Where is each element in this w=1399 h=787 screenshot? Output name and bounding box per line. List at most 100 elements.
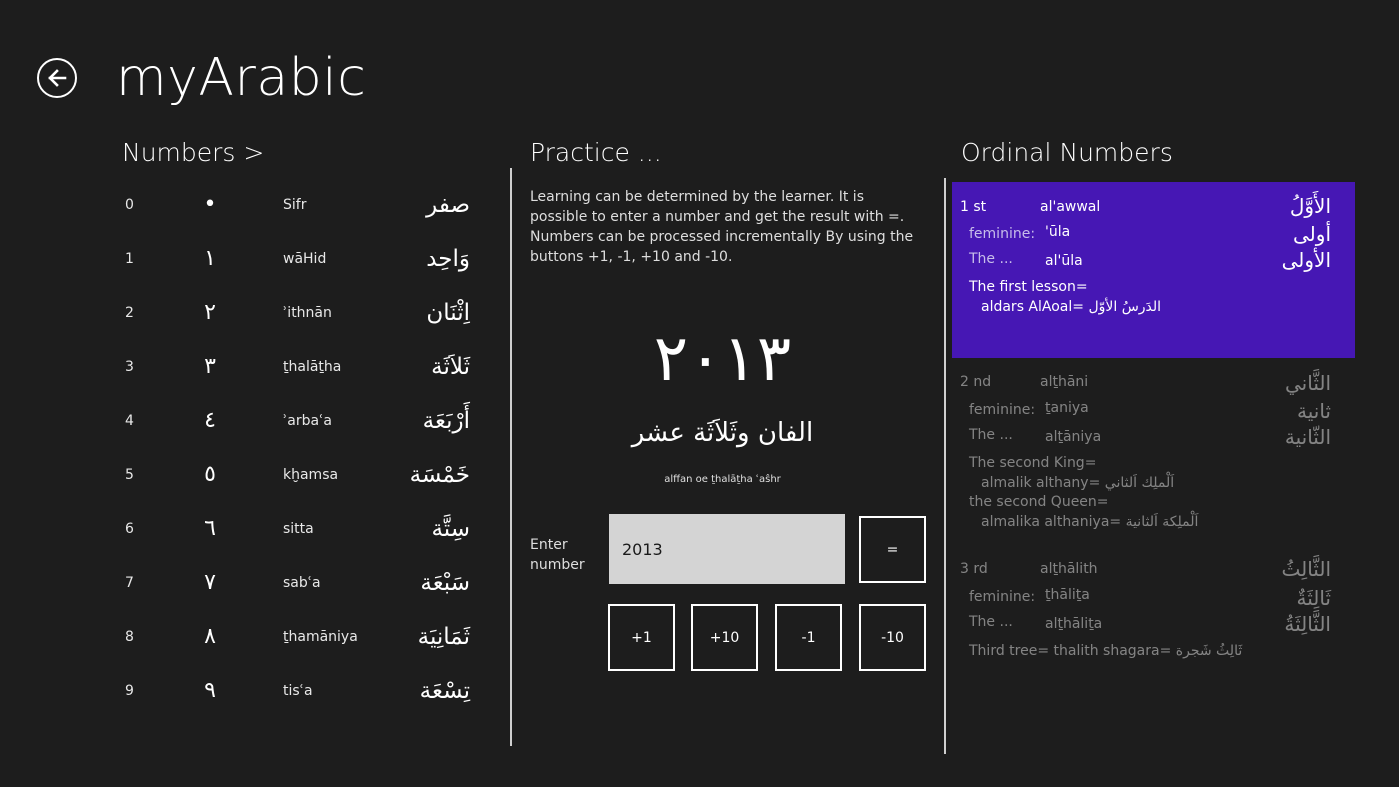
transliteration: wāHid — [283, 251, 327, 267]
transliteration: ʾarbaʿa — [283, 413, 332, 429]
result-arabic-number: ٢٠١٣ — [653, 322, 792, 396]
arabic-digit: ٦ — [204, 516, 216, 541]
arabic-word: ثَلاَثَة — [431, 354, 470, 380]
the-label: The ... — [969, 251, 1013, 267]
result-transliteration: alffan oe ṯhalāṯha ʿaŝhr — [664, 474, 781, 485]
arabic-digit: ١ — [204, 246, 216, 271]
example-line: aldars AlAoal= الدَرسُ الأوّل — [981, 299, 1162, 315]
definite-translit: alṯāniya — [1045, 429, 1102, 445]
column-divider — [944, 178, 946, 754]
ordinal-item-second[interactable]: 2 nd alṯhāni الثَّاني feminine: ṯaniya ث… — [952, 364, 1355, 544]
column-divider — [510, 168, 512, 746]
arabic-digit: ٣ — [204, 354, 216, 379]
arabic-word: اِثْنَان — [426, 300, 470, 326]
digit: 4 — [125, 413, 134, 429]
transliteration: kḫamsa — [283, 467, 339, 483]
digit: 5 — [125, 467, 134, 483]
ordinal-item-first[interactable]: 1 st al'awwal الأَوَّلُ feminine: 'ūla أ… — [952, 182, 1355, 358]
definite-arabic: الثَّالِثَةُ — [1284, 612, 1331, 636]
arabic-digit: ٢ — [204, 300, 216, 325]
ordinal-arabic: الثَّاني — [1284, 371, 1331, 395]
example-line: almalika althaniya= اَلْملِكة اَلثانية — [981, 514, 1199, 530]
numbers-list: 0 • Sifr صفر 1 ١ wāHid وَاحِد 2 ٢ ʾithnā… — [120, 180, 480, 720]
digit: 0 — [125, 197, 134, 213]
result-arabic-words: الفان وثَلاَثَة عشر — [631, 418, 814, 448]
list-item[interactable]: 6 ٦ sitta سِتَّة — [120, 504, 480, 558]
feminine-label: feminine: — [969, 589, 1036, 605]
transliteration: tisʿa — [283, 683, 313, 699]
transliteration: sabʿa — [283, 575, 321, 591]
feminine-arabic: ثَالِثَةٌ — [1296, 586, 1331, 610]
transliteration: sitta — [283, 521, 314, 537]
plus-ten-button[interactable]: +10 — [691, 604, 758, 671]
feminine-translit: ṯaniya — [1045, 400, 1089, 416]
arabic-word: ثَمَانِيَة — [417, 624, 470, 650]
list-item[interactable]: 2 ٢ ʾithnān اِثْنَان — [120, 288, 480, 342]
ordinal-number: 1 st — [960, 199, 987, 215]
back-button[interactable] — [37, 58, 77, 98]
arabic-digit: ٨ — [204, 624, 216, 649]
definite-arabic: الأولى — [1281, 248, 1331, 272]
arabic-word: خَمْسَة — [409, 462, 470, 488]
definite-translit: alṯhāliṯa — [1045, 616, 1103, 632]
feminine-arabic: أولى — [1293, 222, 1331, 246]
arabic-word: تِسْعَة — [419, 678, 470, 704]
ordinal-translit: alṯhāni — [1040, 374, 1089, 390]
example-line: Third tree= thalith shagara= ثَالِثُ شَج… — [969, 643, 1243, 659]
ordinal-item-third[interactable]: 3 rd alṯhālith الثَّالِثُ feminine: ṯhāl… — [952, 551, 1355, 671]
example-line: the second Queen= — [969, 494, 1109, 510]
ordinal-translit: al'awwal — [1040, 199, 1101, 215]
transliteration: ʾithnān — [283, 305, 332, 321]
arabic-digit: ٧ — [204, 570, 216, 595]
practice-section-header: Practice ... — [530, 138, 662, 167]
example-line: almalik althany= اَلْملِك اَلثاني — [981, 475, 1175, 491]
digit: 2 — [125, 305, 134, 321]
definite-arabic: الثّانية — [1284, 425, 1331, 449]
number-input[interactable] — [609, 514, 845, 584]
transliteration: ṯhalāṯha — [283, 359, 342, 375]
list-item[interactable]: 1 ١ wāHid وَاحِد — [120, 234, 480, 288]
feminine-label: feminine: — [969, 402, 1036, 418]
example-line: The second King= — [969, 455, 1097, 471]
list-item[interactable]: 0 • Sifr صفر — [120, 180, 480, 234]
feminine-translit: ṯhāliṯa — [1045, 587, 1090, 603]
numbers-section-header[interactable]: Numbers > — [122, 138, 264, 167]
arabic-word: سِتَّة — [431, 516, 470, 542]
digit: 7 — [125, 575, 134, 591]
example-line: The first lesson= — [969, 279, 1088, 295]
arabic-word: أَرْبَعَة — [422, 408, 470, 434]
ordinals-section-header: Ordinal Numbers — [961, 138, 1173, 167]
arabic-digit: ٤ — [204, 408, 216, 433]
plus-one-button[interactable]: +1 — [608, 604, 675, 671]
the-label: The ... — [969, 614, 1013, 630]
minus-one-button[interactable]: -1 — [775, 604, 842, 671]
feminine-translit: 'ūla — [1045, 224, 1071, 240]
ordinal-arabic: الثَّالِثُ — [1281, 557, 1331, 581]
list-item[interactable]: 9 ٩ tisʿa تِسْعَة — [120, 666, 480, 720]
equals-button[interactable]: = — [859, 516, 926, 583]
list-item[interactable]: 8 ٨ ṯhamāniya ثَمَانِيَة — [120, 612, 480, 666]
back-arrow-icon — [48, 69, 67, 87]
enter-number-label: Enter number — [530, 537, 585, 573]
list-item[interactable]: 5 ٥ kḫamsa خَمْسَة — [120, 450, 480, 504]
definite-translit: al'ūla — [1045, 253, 1083, 269]
list-item[interactable]: 4 ٤ ʾarbaʿa أَرْبَعَة — [120, 396, 480, 450]
list-item[interactable]: 7 ٧ sabʿa سَبْعَة — [120, 558, 480, 612]
digit: 1 — [125, 251, 134, 267]
arabic-digit: ٩ — [204, 678, 216, 703]
the-label: The ... — [969, 427, 1013, 443]
ordinal-number: 2 nd — [960, 374, 992, 390]
practice-description: Learning can be determined by the learne… — [530, 189, 914, 265]
feminine-label: feminine: — [969, 226, 1036, 242]
minus-ten-button[interactable]: -10 — [859, 604, 926, 671]
app-title: myArabic — [116, 48, 367, 108]
digit: 9 — [125, 683, 134, 699]
list-item[interactable]: 3 ٣ ṯhalāṯha ثَلاَثَة — [120, 342, 480, 396]
ordinal-translit: alṯhālith — [1040, 561, 1098, 577]
transliteration: ṯhamāniya — [283, 629, 358, 645]
arabic-word: وَاحِد — [426, 246, 470, 272]
ordinal-arabic: الأَوَّلُ — [1289, 194, 1331, 218]
ordinal-number: 3 rd — [960, 561, 988, 577]
digit: 3 — [125, 359, 134, 375]
arabic-word: صفر — [426, 192, 470, 218]
